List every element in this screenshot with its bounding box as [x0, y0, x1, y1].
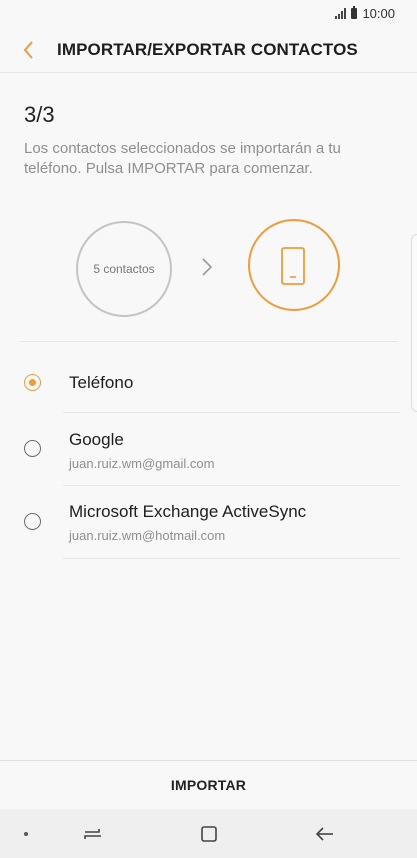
navigation-bar	[0, 809, 417, 858]
option-google-account: juan.ruiz.wm@gmail.com	[69, 456, 215, 471]
nav-dot-icon	[24, 832, 28, 836]
phone-icon	[281, 247, 305, 285]
battery-icon	[351, 6, 358, 19]
chevron-left-icon	[23, 41, 33, 59]
back-button[interactable]	[16, 36, 44, 64]
option-google-label: Google	[69, 430, 124, 449]
radio-exchange[interactable]	[24, 513, 41, 530]
option-telefono[interactable]: Teléfono	[0, 342, 417, 412]
app-header: IMPORTAR/EXPORTAR CONTACTOS	[0, 28, 417, 73]
back-icon[interactable]	[314, 823, 336, 845]
divider	[63, 558, 400, 559]
signal-icon	[335, 8, 347, 19]
page-title: IMPORTAR/EXPORTAR CONTACTOS	[57, 40, 358, 59]
radio-google[interactable]	[24, 440, 41, 457]
contacts-count-label: 5 contactos	[93, 262, 155, 276]
recents-icon[interactable]	[82, 823, 104, 845]
option-google[interactable]: Google juan.ruiz.wm@gmail.com	[0, 413, 417, 485]
import-button[interactable]: IMPORTAR	[0, 761, 417, 809]
option-telefono-label: Teléfono	[69, 373, 134, 392]
radio-telefono[interactable]	[24, 374, 41, 391]
home-icon[interactable]	[198, 823, 220, 845]
option-exchange-account: juan.ruiz.wm@hotmail.com	[69, 528, 226, 543]
step-indicator: 3/3	[24, 102, 55, 127]
status-bar: 10:00	[0, 0, 417, 28]
chevron-right-icon	[202, 258, 213, 276]
option-exchange-label: Microsoft Exchange ActiveSync	[69, 502, 307, 521]
option-exchange[interactable]: Microsoft Exchange ActiveSync juan.ruiz.…	[0, 486, 417, 558]
description-text: Los contactos seleccionados se importará…	[24, 140, 341, 177]
phone-target-circle	[248, 219, 340, 311]
contacts-count-circle: 5 contactos	[76, 221, 172, 317]
status-time: 10:00	[362, 6, 395, 21]
